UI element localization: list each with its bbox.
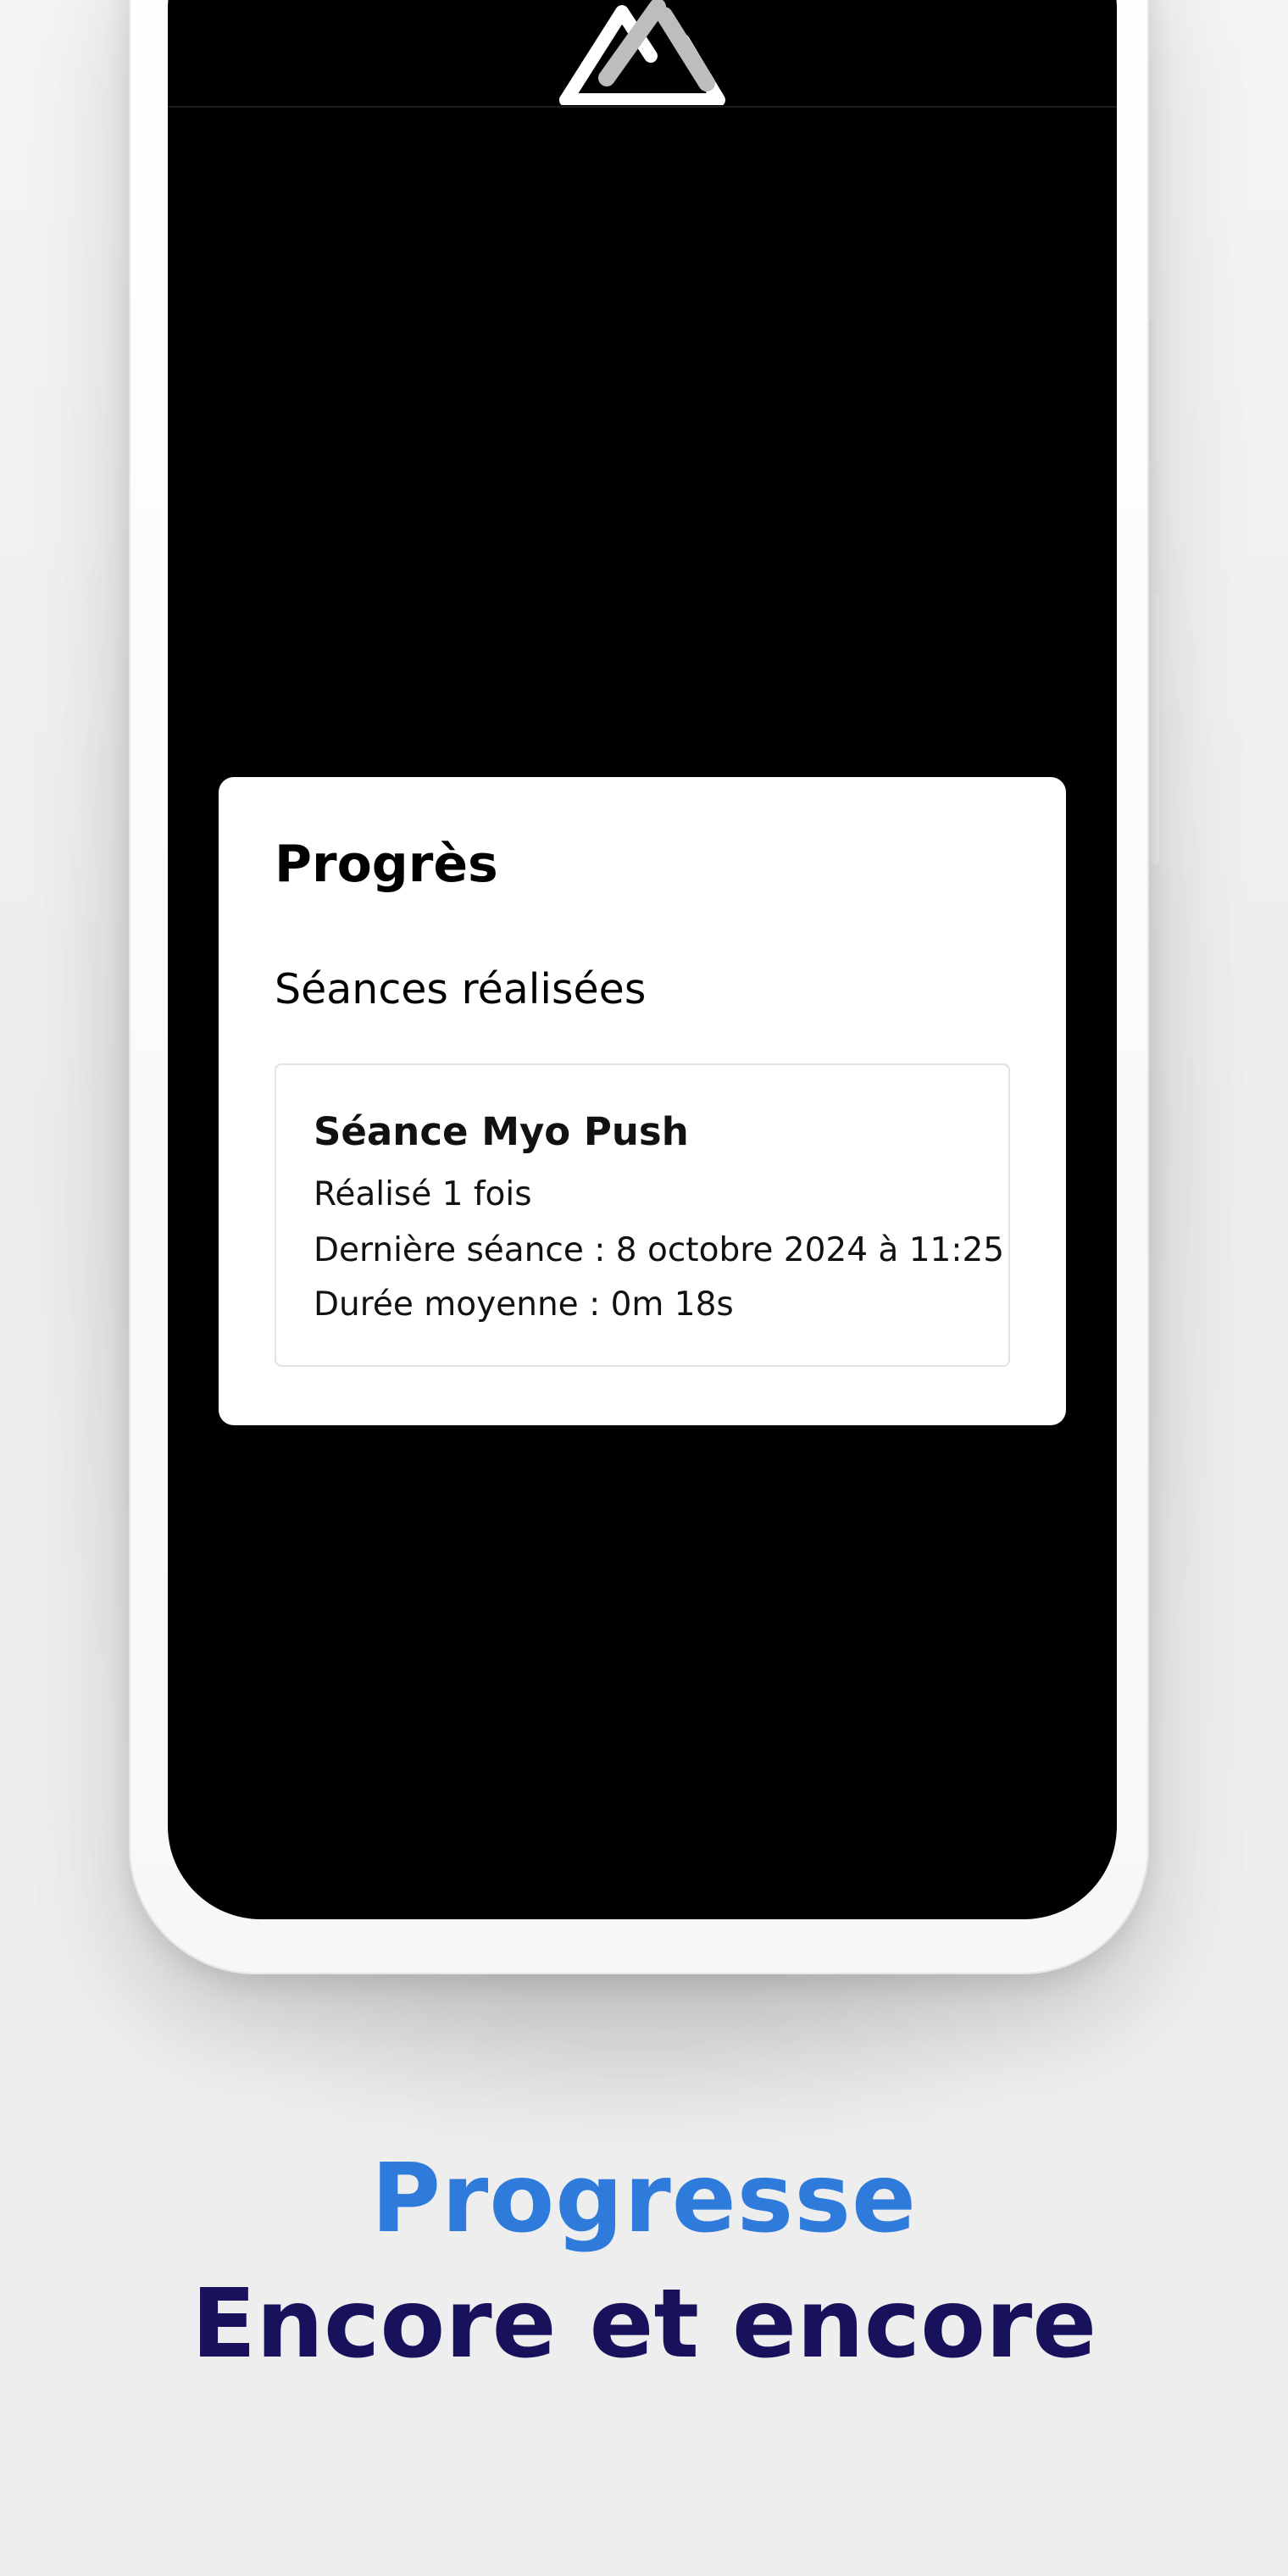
session-completed-count: Réalisé 1 fois: [314, 1175, 532, 1213]
session-average-duration: Durée moyenne : 0m 18s: [314, 1285, 734, 1324]
section-title: Séances réalisées: [275, 965, 647, 1013]
promo-subheadline: Encore et encore: [191, 2269, 1097, 2379]
session-name: Séance Myo Push: [314, 1109, 689, 1154]
promo-headline: Progresse: [371, 2144, 917, 2254]
page-title: Progrès: [275, 835, 498, 894]
phone-power-button: [1147, 593, 1159, 864]
phone-screen: Progrès Séances réalisées Séance Myo Pus…: [168, 0, 1117, 1919]
app-header: [168, 0, 1117, 108]
progress-card: Progrès Séances réalisées Séance Myo Pus…: [219, 777, 1066, 1425]
session-last-date: Dernière séance : 8 octobre 2024 à 11:25: [314, 1231, 1005, 1269]
phone-frame: Progrès Séances réalisées Séance Myo Pus…: [129, 0, 1149, 1974]
phone-volume-button: [1147, 322, 1159, 458]
triangle-logo-icon: [559, 0, 725, 105]
session-card[interactable]: Séance Myo Push Réalisé 1 fois Dernière …: [275, 1063, 1010, 1367]
